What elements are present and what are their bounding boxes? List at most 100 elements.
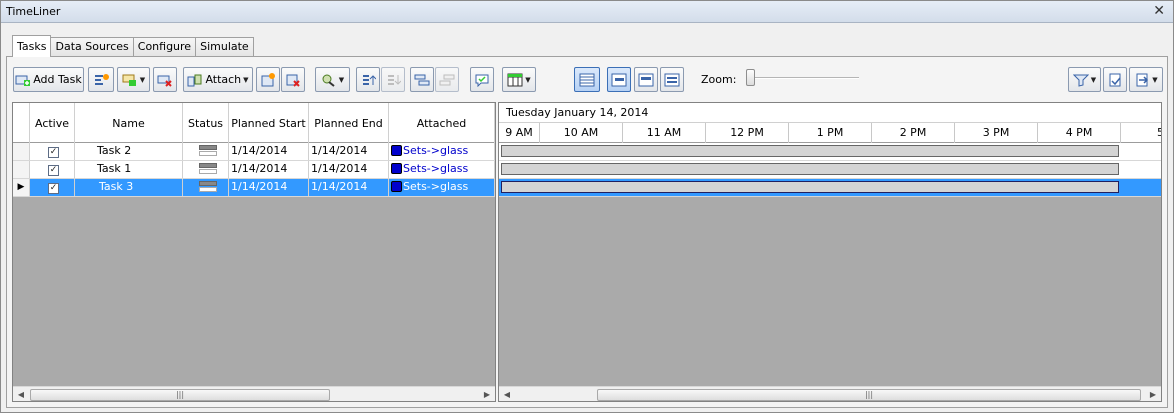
add-task-icon — [15, 73, 31, 87]
move-down-icon — [385, 73, 402, 87]
move-down-button[interactable] — [381, 67, 405, 92]
hour-tick: 12 PM — [706, 123, 789, 143]
status-icon — [199, 145, 217, 157]
show-gantt-planned-button[interactable] — [607, 67, 631, 92]
task-name-cell[interactable]: Task 3 — [75, 179, 183, 196]
scrollbar-thumb[interactable]: ||| — [30, 389, 330, 401]
column-header-planned-end[interactable]: Planned End — [309, 103, 389, 143]
tab-data-sources[interactable]: Data Sources — [50, 37, 134, 57]
column-header-active[interactable]: Active — [30, 103, 75, 143]
auto-add-tasks-button[interactable]: ▼ — [117, 67, 150, 92]
active-checkbox[interactable]: ✓ — [48, 183, 59, 194]
filter-button[interactable]: ▼ — [1068, 67, 1101, 92]
row-indicator-icon[interactable]: ▶ — [13, 179, 30, 196]
import-button[interactable] — [1103, 67, 1127, 92]
scroll-right-icon[interactable]: ▶ — [1147, 389, 1159, 401]
planned-end-cell[interactable]: 1/14/2014 — [309, 179, 389, 196]
hour-tick: 1 PM — [789, 123, 872, 143]
table-row[interactable]: ✓ Task 2 1/14/2014 1/14/2014 Sets->glass — [13, 143, 495, 161]
task-name-cell[interactable]: Task 1 — [75, 161, 183, 178]
planned-start-cell[interactable]: 1/14/2014 — [229, 143, 309, 160]
status-cell — [183, 143, 229, 160]
task-bar[interactable] — [501, 145, 1119, 157]
attached-label: Sets->glass — [403, 180, 469, 193]
tab-tasks[interactable]: Tasks — [12, 35, 52, 57]
active-checkbox[interactable]: ✓ — [48, 147, 59, 158]
tab-simulate[interactable]: Simulate — [195, 37, 254, 57]
scrollbar-thumb[interactable]: ||| — [597, 389, 1141, 401]
column-header-planned-start[interactable]: Planned Start — [229, 103, 309, 143]
grid-horizontal-scrollbar[interactable]: ◀ ||| ▶ — [13, 386, 495, 401]
grid-header: Active Name Status Planned Start Planned… — [13, 103, 495, 143]
export-button[interactable]: ▼ — [1129, 67, 1163, 92]
planned-start-cell[interactable]: 1/14/2014 — [229, 161, 309, 178]
attached-cell[interactable]: Sets->glass — [389, 143, 495, 160]
columns-button[interactable]: ▼ — [502, 67, 536, 92]
rules-icon — [321, 73, 337, 87]
rules-button[interactable]: ▼ — [315, 67, 350, 92]
scroll-left-icon[interactable]: ◀ — [15, 389, 27, 401]
tab-configure[interactable]: Configure — [132, 37, 197, 57]
show-grid-and-gantt-button[interactable] — [574, 67, 600, 92]
auto-attach-button[interactable] — [256, 67, 280, 92]
show-gantt-actual-button[interactable] — [634, 67, 658, 92]
hour-tick: 3 PM — [955, 123, 1038, 143]
active-cell: ✓ — [30, 179, 75, 196]
auto-attach-icon — [260, 72, 276, 87]
row-header[interactable] — [13, 161, 30, 178]
column-header-status[interactable]: Status — [183, 103, 229, 143]
delete-task-button[interactable] — [153, 67, 177, 92]
grid-gantt-view-icon — [579, 73, 595, 87]
move-up-button[interactable] — [356, 67, 380, 92]
export-icon — [1134, 73, 1150, 87]
scroll-left-icon[interactable]: ◀ — [501, 389, 513, 401]
gantt-time-scale: 9 AM 10 AM 11 AM 12 PM 1 PM 2 PM 3 PM 4 … — [499, 123, 1161, 143]
zoom-slider-track[interactable] — [747, 77, 859, 79]
add-task-label: Add Task — [33, 73, 82, 86]
table-row[interactable]: ▶ ✓ Task 3 1/14/2014 1/14/2014 Sets->gla… — [13, 179, 495, 197]
clear-attachment-icon — [285, 73, 301, 87]
columns-icon — [507, 73, 523, 87]
active-checkbox[interactable]: ✓ — [48, 165, 59, 176]
scroll-right-icon[interactable]: ▶ — [481, 389, 493, 401]
task-name-cell[interactable]: Task 2 — [75, 143, 183, 160]
attached-cell[interactable]: Sets->glass — [389, 161, 495, 178]
selection-set-icon — [391, 163, 402, 174]
zoom-slider-thumb[interactable] — [746, 69, 755, 86]
attached-cell[interactable]: Sets->glass — [389, 179, 495, 196]
planned-end-cell[interactable]: 1/14/2014 — [309, 143, 389, 160]
outdent-button[interactable] — [435, 67, 459, 92]
planned-end-cell[interactable]: 1/14/2014 — [309, 161, 389, 178]
add-task-button[interactable]: Add Task — [13, 67, 84, 92]
attach-icon — [187, 73, 203, 87]
chevron-down-icon: ▼ — [1090, 75, 1097, 84]
status-icon — [199, 163, 217, 175]
close-icon[interactable]: ✕ — [1153, 3, 1165, 19]
status-cell — [183, 161, 229, 178]
column-header-attached[interactable]: Attached — [389, 103, 495, 143]
table-row[interactable]: ✓ Task 1 1/14/2014 1/14/2014 Sets->glass — [13, 161, 495, 179]
attached-label: Sets->glass — [403, 144, 469, 157]
insert-task-icon — [93, 73, 109, 87]
indent-button[interactable] — [410, 67, 434, 92]
gantt-chart: Tuesday January 14, 2014 9 AM 10 AM 11 A… — [498, 102, 1162, 402]
row-header[interactable] — [13, 143, 30, 160]
filter-icon — [1072, 73, 1090, 87]
insert-task-button[interactable] — [88, 67, 114, 92]
planned-start-cell[interactable]: 1/14/2014 — [229, 179, 309, 196]
gantt-date-header: Tuesday January 14, 2014 — [499, 103, 1161, 123]
attach-button[interactable]: Attach ▼ — [183, 67, 253, 92]
gantt-horizontal-scrollbar[interactable]: ◀ ||| ▶ — [499, 386, 1161, 401]
gantt-actual-icon — [638, 73, 654, 87]
status-cell — [183, 179, 229, 196]
add-comment-button[interactable] — [470, 67, 494, 92]
show-gantt-compare-button[interactable] — [660, 67, 684, 92]
clear-attachment-button[interactable] — [281, 67, 305, 92]
task-bar[interactable] — [501, 163, 1119, 175]
task-bar[interactable] — [501, 181, 1119, 193]
column-header-name[interactable]: Name — [75, 103, 183, 143]
selection-set-icon — [391, 145, 402, 156]
indent-icon — [414, 73, 430, 87]
title-bar: TimeLiner ✕ — [1, 1, 1173, 23]
hour-tick: 2 PM — [872, 123, 955, 143]
